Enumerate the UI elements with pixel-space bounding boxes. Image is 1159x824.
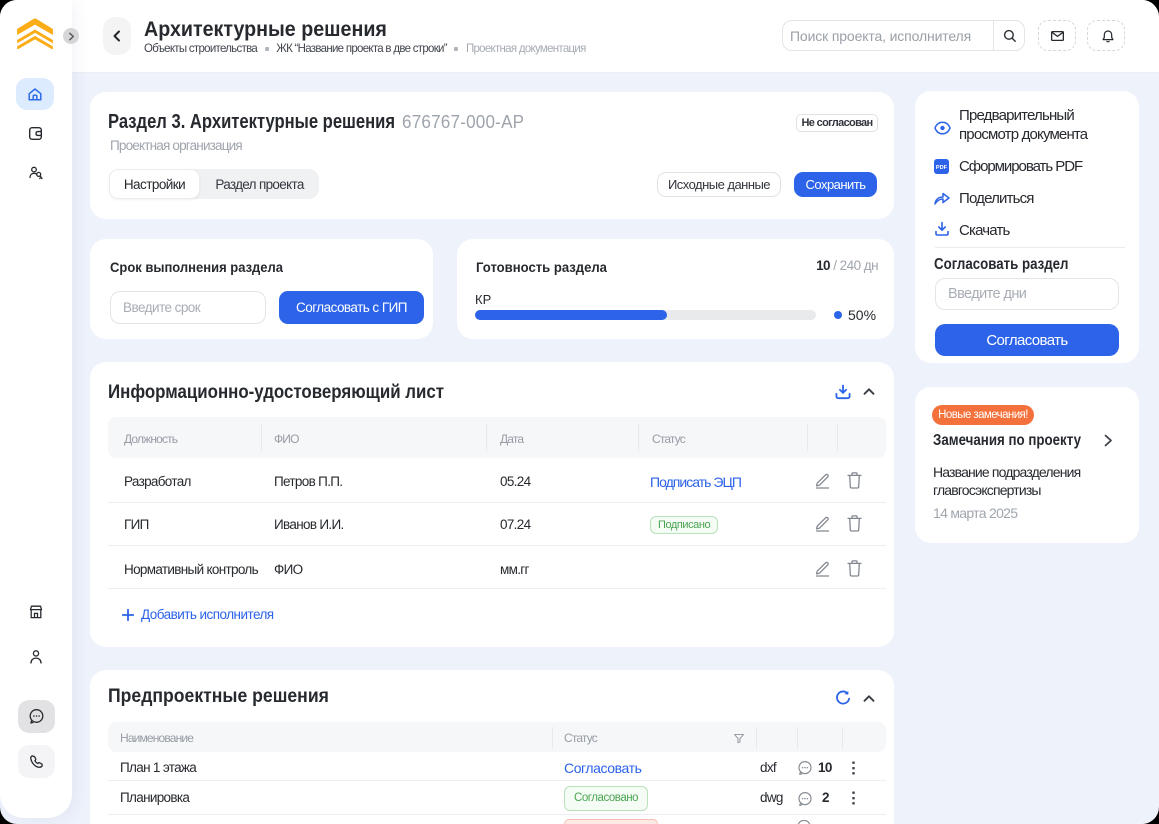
svg-text:PDF: PDF xyxy=(936,165,948,171)
